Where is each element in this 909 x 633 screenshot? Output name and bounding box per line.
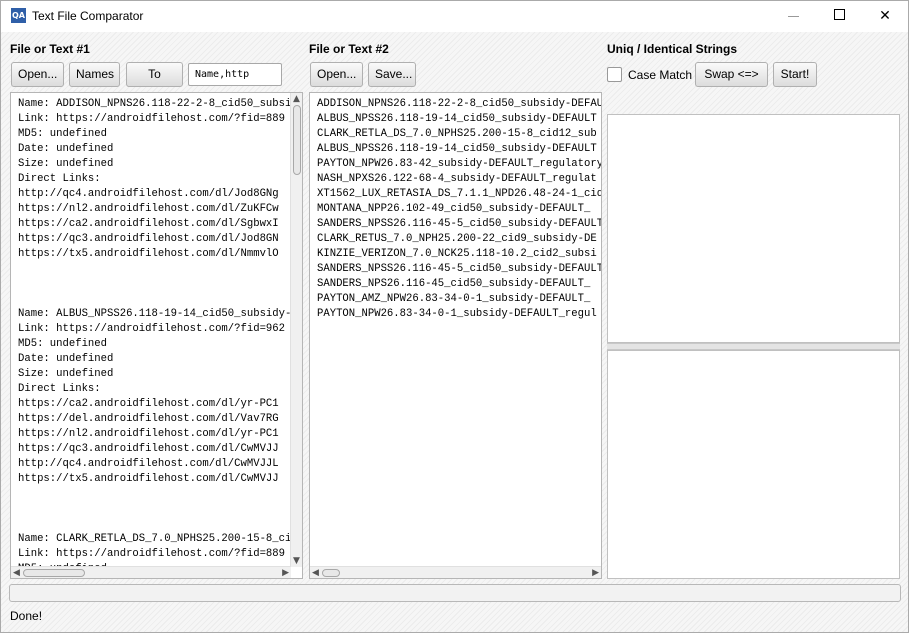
swap-button[interactable]: Swap <=> [695, 62, 768, 87]
unique-strings-list[interactable] [607, 114, 900, 343]
panel1-open-button[interactable]: Open... [11, 62, 64, 87]
panel3-label: Uniq / Identical Strings [607, 42, 738, 56]
close-icon: ✕ [879, 8, 891, 24]
close-button[interactable]: ✕ [862, 1, 908, 32]
names-button[interactable]: Names [69, 62, 120, 87]
panel2-label: File or Text #2 [309, 42, 389, 56]
panel2-text: ADDISON_NPNS26.118-22-2-8_cid50_subsidy-… [317, 98, 601, 320]
csv-columns-input[interactable]: Name,http [188, 63, 282, 86]
scroll-left-icon[interactable]: ◀ [13, 568, 20, 578]
window-title: Text File Comparator [32, 9, 144, 23]
maximize-icon [833, 9, 845, 20]
scroll-right-icon[interactable]: ▶ [282, 568, 289, 578]
panel2-horizontal-scrollbar[interactable]: ◀ ▶ [310, 566, 601, 578]
identical-strings-list[interactable] [607, 350, 900, 579]
maximize-button[interactable] [816, 1, 862, 32]
status-text: Done! [10, 609, 43, 623]
progress-bar [9, 584, 901, 602]
panel2-open-button[interactable]: Open... [310, 62, 363, 87]
panel2-horizontal-thumb[interactable] [322, 569, 340, 577]
panel1-horizontal-thumb[interactable] [23, 569, 85, 577]
scroll-left-icon[interactable]: ◀ [312, 568, 319, 578]
case-match-checkbox[interactable] [607, 67, 622, 82]
scroll-right-icon[interactable]: ▶ [592, 568, 599, 578]
panel1-vertical-thumb[interactable] [293, 105, 301, 175]
panel1-label: File or Text #1 [10, 42, 90, 56]
scroll-down-icon[interactable]: ▼ [293, 556, 300, 566]
case-match-label[interactable]: Case Match [628, 68, 692, 82]
panel1-textarea[interactable]: Name: ADDISON_NPNS26.118-22-2-8_cid50_su… [10, 92, 303, 579]
minimize-icon [787, 15, 799, 17]
app-icon: QA [11, 8, 26, 23]
panel1-text: Name: ADDISON_NPNS26.118-22-2-8_cid50_su… [18, 98, 291, 567]
scroll-up-icon[interactable]: ▲ [293, 94, 300, 104]
save-button[interactable]: Save... [368, 62, 416, 87]
panel1-vertical-scrollbar[interactable]: ▲ ▼ [290, 93, 302, 567]
results-splitter[interactable] [607, 343, 900, 350]
to-csv-button[interactable]: To CSV: [126, 62, 183, 104]
start-button[interactable]: Start! [773, 62, 817, 87]
panel2-textarea[interactable]: ADDISON_NPNS26.118-22-2-8_cid50_subsidy-… [309, 92, 602, 579]
panel1-horizontal-scrollbar[interactable]: ◀ ▶ [11, 566, 291, 578]
minimize-button[interactable] [770, 1, 816, 32]
app-window: QA Text File Comparator ✕ File or Text #… [0, 0, 909, 633]
title-bar: QA Text File Comparator ✕ [1, 1, 908, 32]
